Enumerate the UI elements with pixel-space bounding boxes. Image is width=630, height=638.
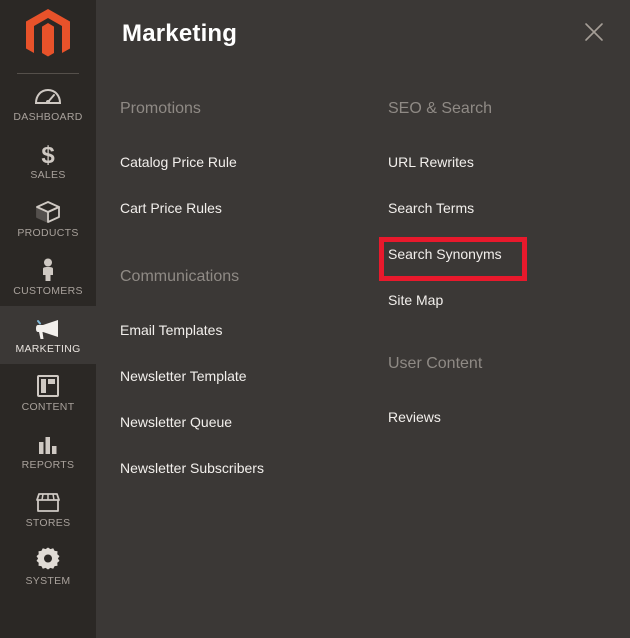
sidebar-item-reports[interactable]: REPORTS [0, 422, 96, 480]
sidebar-item-marketing[interactable]: MARKETING [0, 306, 96, 364]
sidebar-item-label: MARKETING [15, 342, 81, 355]
close-button[interactable] [578, 18, 610, 50]
page-title: Marketing [122, 20, 238, 47]
main-sidebar: DASHBOARD $ SALES PRODUCTS CUSTOMERS MAR… [0, 0, 96, 638]
menu-item-email-templates[interactable]: Email Templates [120, 322, 222, 338]
group-title: Communications [120, 268, 240, 285]
menu-group-seo-search: SEO & Search URL Rewrites Search Terms S… [388, 100, 628, 308]
menu-group-user-content: User Content Reviews [388, 355, 628, 425]
layout-panel-icon [36, 374, 60, 398]
menu-item-newsletter-subscribers[interactable]: Newsletter Subscribers [120, 460, 264, 476]
megaphone-icon [34, 316, 62, 340]
group-title: SEO & Search [388, 100, 493, 117]
sidebar-item-content[interactable]: CONTENT [0, 364, 96, 422]
menu-column-left: Promotions Catalog Price Rule Cart Price… [120, 100, 388, 476]
sidebar-item-system[interactable]: SYSTEM [0, 538, 96, 596]
sidebar-item-label: SALES [30, 168, 66, 181]
menu-item-cart-price-rules[interactable]: Cart Price Rules [120, 200, 222, 216]
sidebar-item-dashboard[interactable]: DASHBOARD [0, 74, 96, 132]
menu-columns: Promotions Catalog Price Rule Cart Price… [96, 72, 630, 476]
sidebar-item-sales[interactable]: $ SALES [0, 132, 96, 190]
menu-item-reviews[interactable]: Reviews [388, 409, 441, 425]
menu-group-promotions: Promotions Catalog Price Rule Cart Price… [120, 100, 388, 216]
sidebar-item-label: CONTENT [21, 400, 75, 413]
svg-text:$: $ [41, 142, 55, 166]
close-x-icon [583, 21, 605, 48]
dashboard-gauge-icon [35, 84, 61, 108]
menu-item-search-terms[interactable]: Search Terms [388, 200, 474, 216]
menu-item-newsletter-template[interactable]: Newsletter Template [120, 368, 247, 384]
magento-logo-icon [22, 7, 74, 63]
sidebar-item-label: PRODUCTS [17, 226, 79, 239]
sidebar-item-label: DASHBOARD [13, 110, 83, 123]
menu-item-search-synonyms[interactable]: Search Synonyms [388, 246, 502, 262]
menu-item-newsletter-queue[interactable]: Newsletter Queue [120, 414, 232, 430]
sidebar-item-label: CUSTOMERS [13, 284, 83, 297]
sidebar-item-label: STORES [25, 516, 71, 529]
gear-icon [35, 547, 61, 572]
person-icon [39, 258, 57, 282]
magento-logo[interactable] [0, 0, 96, 70]
menu-item-site-map[interactable]: Site Map [388, 292, 443, 308]
storefront-icon [34, 490, 62, 514]
sidebar-item-products[interactable]: PRODUCTS [0, 190, 96, 248]
group-title: User Content [388, 355, 483, 372]
bar-chart-icon [36, 432, 60, 456]
sidebar-item-label: SYSTEM [25, 574, 71, 587]
menu-item-catalog-price-rule[interactable]: Catalog Price Rule [120, 154, 237, 170]
box-package-icon [35, 200, 61, 224]
sidebar-item-customers[interactable]: CUSTOMERS [0, 248, 96, 306]
sidebar-item-stores[interactable]: STORES [0, 480, 96, 538]
sidebar-item-label: REPORTS [21, 458, 75, 471]
dollar-sign-icon: $ [37, 142, 59, 166]
menu-column-right: SEO & Search URL Rewrites Search Terms S… [388, 100, 628, 476]
panel-header: Marketing [96, 0, 630, 72]
magento-admin-root: DASHBOARD $ SALES PRODUCTS CUSTOMERS MAR… [0, 0, 630, 638]
marketing-menu-panel: Marketing Promotions Catalog Price Rule … [96, 0, 630, 638]
group-title: Promotions [120, 100, 201, 117]
menu-item-url-rewrites[interactable]: URL Rewrites [388, 154, 474, 170]
menu-group-communications: Communications Email Templates Newslette… [120, 268, 388, 476]
